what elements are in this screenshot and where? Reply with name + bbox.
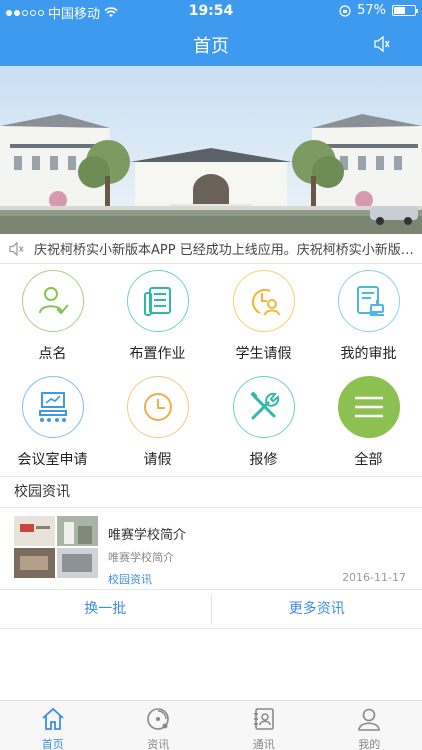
rotation-lock-icon xyxy=(339,4,351,17)
approval-stamp-icon xyxy=(357,286,384,316)
news-subtitle: 唯赛学校简介 xyxy=(108,551,174,564)
navbar: 首页 xyxy=(0,22,422,66)
news-title: 唯赛学校简介 xyxy=(108,528,187,543)
tab-contacts[interactable]: 通讯 xyxy=(211,701,317,750)
news-date: 2016-11-17 xyxy=(342,571,406,584)
status-bar: 中国移动 19:54 57% xyxy=(0,0,422,22)
tab-profile[interactable]: 我的 xyxy=(317,701,422,750)
homework-icon xyxy=(144,287,171,316)
app-root: 中国移动 19:54 57% 首页 庆祝柯桥实小新版本APP 已经成功上线应用。… xyxy=(0,0,422,750)
page-title: 首页 xyxy=(193,36,229,57)
campus-banner-image[interactable] xyxy=(0,66,422,234)
grid-label: 我的审批 xyxy=(340,346,397,362)
person-check-icon xyxy=(39,287,69,315)
menu-icon xyxy=(355,396,383,418)
tab-news[interactable]: 资讯 xyxy=(106,701,212,750)
news-thumbnail xyxy=(14,516,98,578)
grid-label: 全部 xyxy=(354,452,383,468)
clock-icon xyxy=(144,393,172,421)
home-icon xyxy=(42,707,64,730)
grid-label: 布置作业 xyxy=(129,346,186,362)
speaker-icon[interactable] xyxy=(372,34,392,54)
grid-label: 会议室申请 xyxy=(17,452,88,468)
grid-item-my-approval[interactable]: 我的审批 xyxy=(316,264,421,370)
tab-label: 我的 xyxy=(358,738,381,750)
notice-speaker-icon xyxy=(9,241,24,256)
function-grid: 点名 布置作业 学生请假 我的审批 会议室申请 请假 报修 全部 xyxy=(0,264,422,476)
tab-label: 通讯 xyxy=(252,738,275,750)
status-right: 57% xyxy=(339,3,418,18)
news-list-item[interactable]: 唯赛学校简介 唯赛学校简介 校园资讯 2016-11-17 xyxy=(0,508,422,588)
tab-label: 首页 xyxy=(41,738,64,750)
grid-item-student-leave[interactable]: 学生请假 xyxy=(211,264,316,370)
clock-person-icon xyxy=(251,288,280,316)
section-title: 校园资讯 xyxy=(0,476,422,508)
news-category-tag[interactable]: 校园资讯 xyxy=(108,571,152,587)
notice-marquee[interactable]: 庆祝柯桥实小新版本APP 已经成功上线应用。庆祝柯桥实小新版本A... xyxy=(0,234,422,264)
more-news-button[interactable]: 更多资讯 xyxy=(212,590,422,628)
grid-item-all[interactable]: 全部 xyxy=(316,370,421,476)
tab-home[interactable]: 首页 xyxy=(0,701,106,750)
grid-label: 报修 xyxy=(249,452,278,468)
notice-text: 庆祝柯桥实小新版本APP 已经成功上线应用。庆祝柯桥实小新版本A... xyxy=(34,243,422,258)
news-actions: 换一批 更多资讯 xyxy=(0,589,422,629)
contacts-icon xyxy=(253,708,274,730)
header: 中国移动 19:54 57% 首页 xyxy=(0,0,422,66)
grid-item-repair[interactable]: 报修 xyxy=(211,370,316,476)
tab-bar: 首页 资讯 通讯 我的 xyxy=(0,700,422,750)
grid-label: 请假 xyxy=(143,452,172,468)
grid-label: 点名 xyxy=(38,346,67,362)
grid-item-meeting-room[interactable]: 会议室申请 xyxy=(0,370,105,476)
tab-label: 资讯 xyxy=(147,738,170,750)
refresh-batch-button[interactable]: 换一批 xyxy=(0,590,211,628)
profile-icon xyxy=(358,708,381,731)
grid-item-homework[interactable]: 布置作业 xyxy=(105,264,210,370)
battery-percent: 57% xyxy=(357,3,386,18)
battery-icon xyxy=(392,5,418,16)
meeting-room-icon xyxy=(39,392,67,422)
grid-item-leave[interactable]: 请假 xyxy=(105,370,210,476)
news-icon xyxy=(147,708,170,730)
tools-icon xyxy=(250,391,280,420)
grid-label: 学生请假 xyxy=(235,346,292,362)
grid-item-roll-call[interactable]: 点名 xyxy=(0,264,105,370)
